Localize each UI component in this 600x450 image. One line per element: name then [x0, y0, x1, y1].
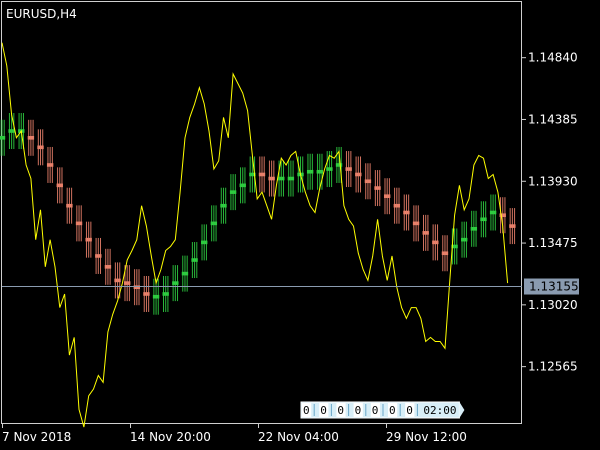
ribbon-center-mark: [432, 240, 439, 245]
timeframe-segment-label: 0: [406, 404, 413, 417]
timeframe-box[interactable]: 0 0 0 0 0 0 0 02:00: [300, 401, 465, 419]
ribbon-center-mark: [143, 292, 150, 296]
y-tick-label: 1.13475: [528, 236, 578, 250]
ribbon-center-mark: [133, 285, 141, 289]
ribbon-center-mark: [489, 210, 497, 215]
ribbon-center-mark: [258, 172, 266, 177]
x-tick-label: 22 Nov 04:00: [258, 430, 339, 444]
ribbon-center-mark: [480, 217, 487, 222]
x-tick-label: 7 Nov 2018: [2, 430, 71, 444]
ribbon-center-mark: [75, 221, 83, 226]
ribbon-center-mark: [162, 292, 169, 296]
ribbon-center-mark: [229, 190, 237, 194]
ribbon-center-mark: [46, 163, 54, 167]
ribbon-center-mark: [509, 224, 516, 228]
ribbon-center-mark: [114, 278, 121, 283]
timeframe-segment-label: 0: [389, 404, 396, 417]
ribbon-center-mark: [104, 265, 112, 269]
ribbon-center-mark: [0, 136, 6, 140]
ribbon-center-mark: [239, 183, 246, 188]
timeframe-segment-label: 0: [337, 404, 344, 417]
ribbon-center-mark: [461, 237, 468, 242]
timeframe-segment-label: 0: [372, 404, 379, 417]
y-tick-label: 1.14385: [528, 112, 578, 126]
ribbon-center-mark: [374, 186, 381, 190]
ribbon-center-mark: [306, 169, 314, 174]
ribbon-center-mark: [287, 176, 295, 181]
ribbon-center-mark: [66, 203, 73, 208]
ribbon-center-mark: [412, 221, 420, 226]
ribbon-center-mark: [95, 254, 102, 258]
ribbon-center-mark: [470, 226, 478, 231]
ribbon-center-mark: [37, 145, 44, 150]
timeframe-segment-label: 0: [303, 404, 310, 417]
ribbon-center-mark: [152, 294, 160, 299]
y-tick-label: 1.14840: [528, 51, 578, 65]
ribbon-center-mark: [355, 172, 362, 177]
ribbon-center-mark: [56, 183, 63, 188]
ribbon-center-mark: [210, 221, 218, 226]
ribbon-center-mark: [191, 258, 198, 262]
ribbon-center-mark: [393, 203, 401, 208]
symbol-label: EURUSD,H4: [6, 7, 77, 21]
y-tick-label: 1.12565: [528, 360, 578, 374]
price-chart[interactable]: 1.14840 1.14385 1.13930 1.13475 1.13020 1.125…: [0, 0, 600, 450]
x-tick-label: 14 Nov 20:00: [130, 430, 211, 444]
timeframe-countdown: 02:00: [423, 404, 456, 417]
ribbon-center-mark: [27, 136, 35, 140]
ribbon-center-mark: [268, 176, 275, 181]
y-tick-label: 1.13020: [528, 298, 578, 312]
ribbon-center-mark: [278, 176, 285, 181]
ribbon-center-mark: [181, 271, 189, 276]
ribbon-center-mark: [201, 240, 208, 245]
ribbon-center-mark: [364, 179, 372, 184]
ribbon-center-mark: [123, 281, 131, 285]
ribbon-center-mark: [326, 167, 333, 171]
current-price-value: 1.13155: [529, 280, 579, 294]
ribbon-center-mark: [383, 194, 391, 199]
ribbon-center-mark: [85, 237, 92, 242]
ribbon-center-mark: [403, 210, 410, 215]
ribbon-center-mark: [8, 129, 15, 133]
timeframe-segment-label: 0: [355, 404, 362, 417]
ribbon-center-mark: [316, 169, 323, 174]
ribbon-center-mark: [335, 163, 343, 167]
ribbon-center-mark: [441, 251, 449, 256]
y-tick-label: 1.13930: [528, 174, 578, 188]
ribbon-center-mark: [422, 231, 429, 235]
ribbon-center-mark: [345, 167, 352, 171]
ribbon-center-mark: [172, 281, 179, 285]
timeframe-segment-label: 0: [320, 404, 327, 417]
x-tick-label: 29 Nov 12:00: [386, 430, 467, 444]
current-price-label: 1.13155: [524, 278, 579, 295]
ribbon-center-mark: [220, 203, 227, 208]
